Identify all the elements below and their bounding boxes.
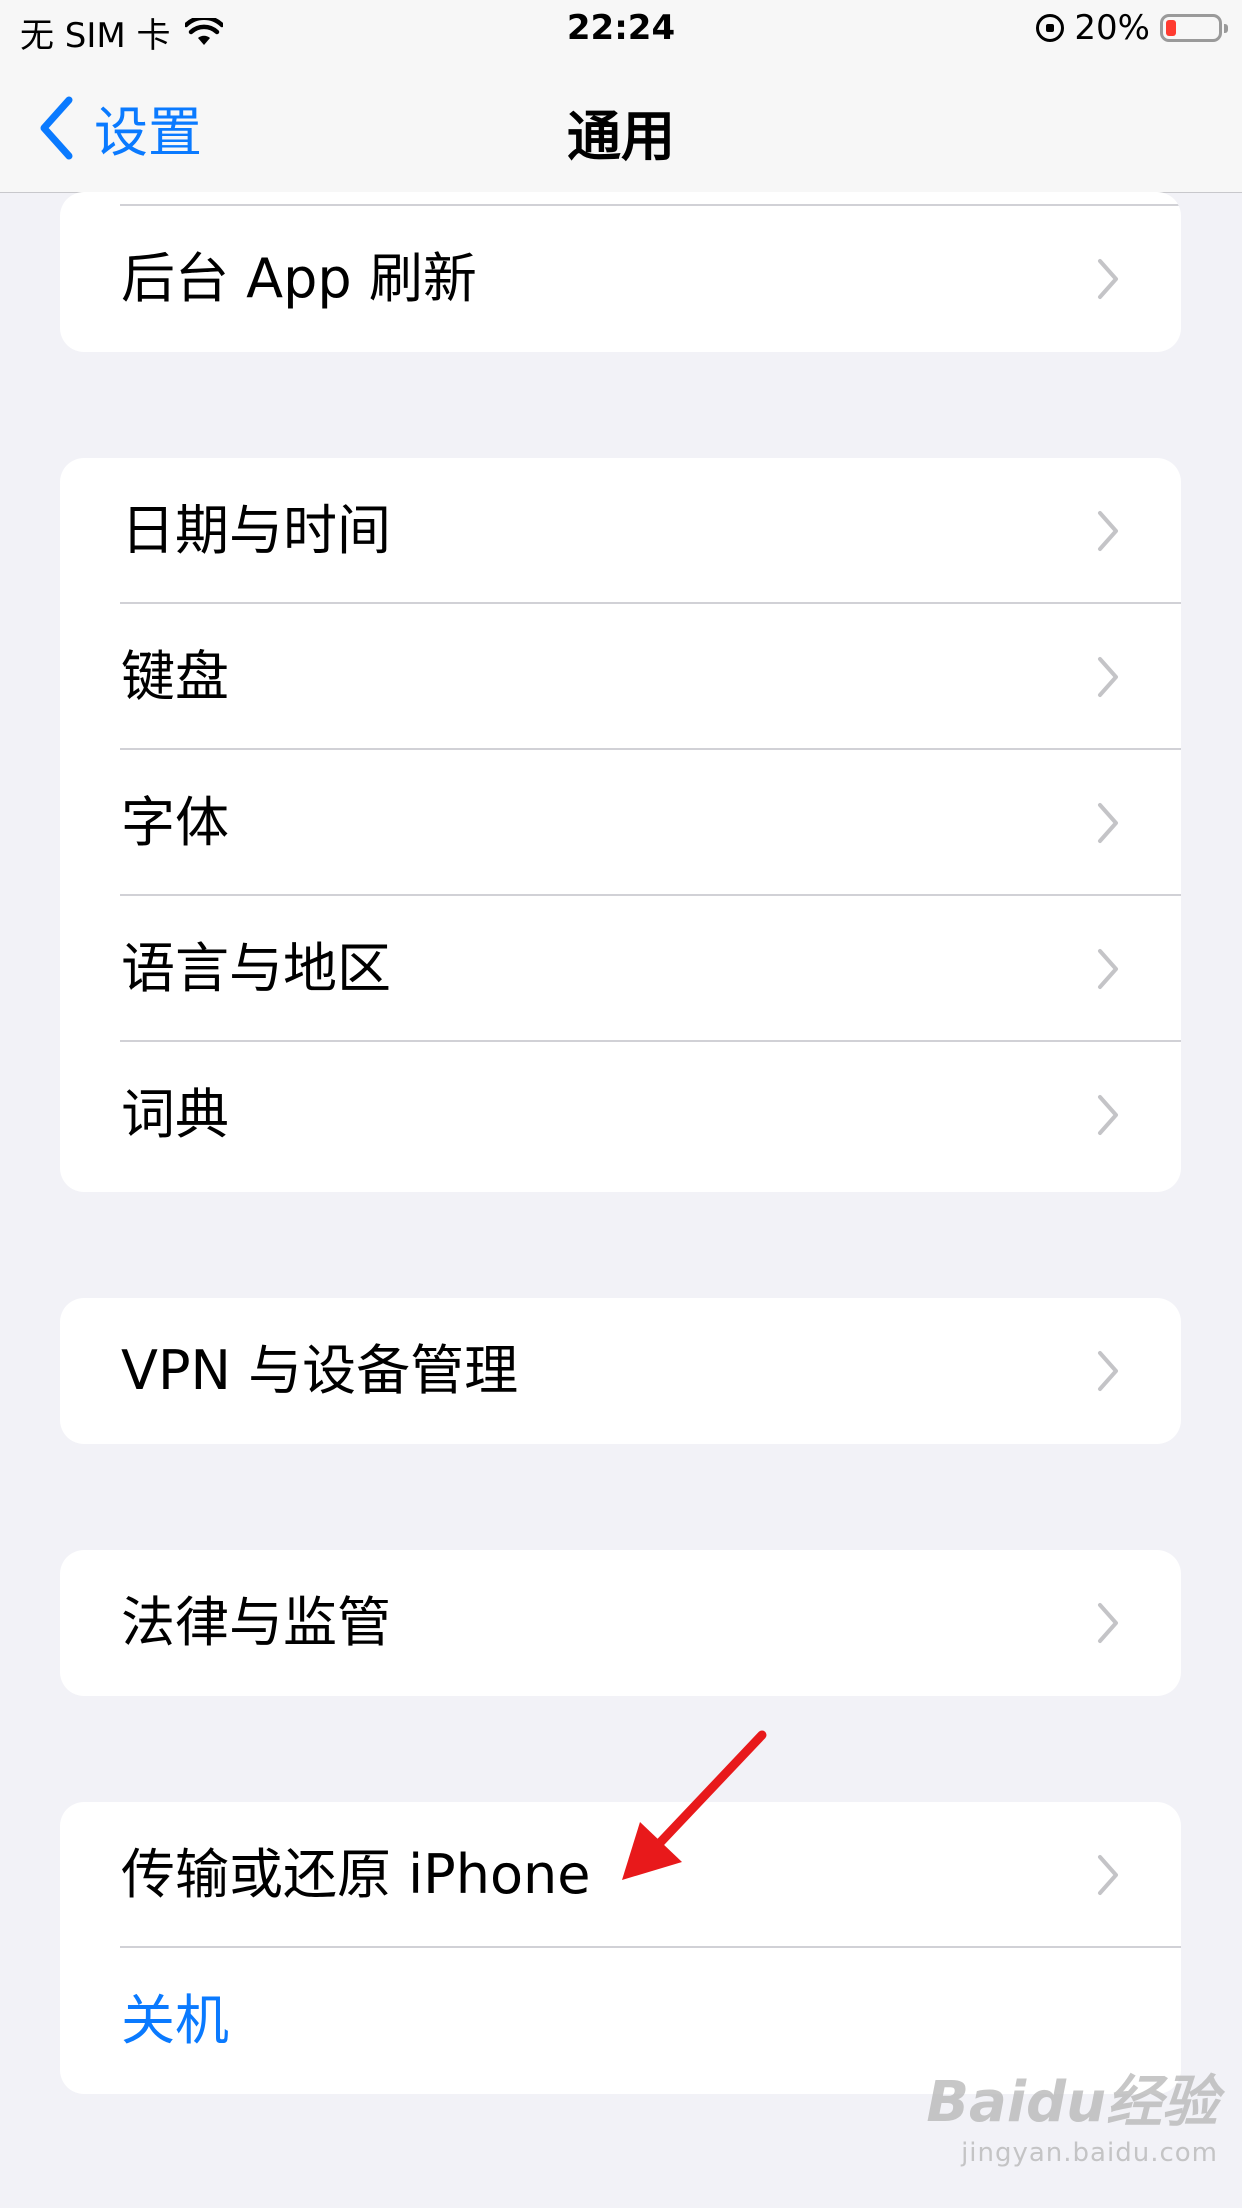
row-legal-regulatory[interactable]: 法律与监管 <box>60 1550 1181 1696</box>
row-label: 词典 <box>121 1083 229 1146</box>
chevron-right-icon <box>1098 657 1118 697</box>
rotation-lock-icon <box>1036 14 1065 42</box>
row-background-app-refresh[interactable]: 后台 App 刷新 <box>60 206 1181 352</box>
battery-level <box>1166 20 1176 36</box>
chevron-right-icon <box>1098 1351 1118 1391</box>
row-dictionary[interactable]: 词典 <box>60 1042 1181 1188</box>
chevron-right-icon <box>1098 803 1118 843</box>
chevron-right-icon <box>1098 1603 1118 1643</box>
page-title: 通用 <box>567 105 675 168</box>
row-vpn-device-management[interactable]: VPN 与设备管理 <box>60 1298 1181 1444</box>
battery-percent: 20% <box>1074 8 1150 48</box>
settings-group-legal: 法律与监管 <box>60 1550 1181 1696</box>
status-right: 20% <box>1036 8 1228 48</box>
chevron-right-icon <box>1098 511 1118 551</box>
row-label: 传输或还原 iPhone <box>121 1843 591 1906</box>
row-label: 语言与地区 <box>121 937 391 1000</box>
row-label: VPN 与设备管理 <box>121 1339 519 1402</box>
row-label: 字体 <box>121 791 229 854</box>
status-bar: 无 SIM 卡 22:24 20% <box>0 0 1242 60</box>
row-keyboard[interactable]: 键盘 <box>60 604 1181 750</box>
row-label: 法律与监管 <box>121 1591 391 1654</box>
watermark-logo: Baidu经验 <box>926 2070 1218 2135</box>
battery-icon <box>1160 14 1228 42</box>
settings-group-locale: 日期与时间 键盘 字体 语言与地区 词典 <box>60 458 1181 1192</box>
chevron-right-icon <box>1098 1095 1118 1135</box>
chevron-right-icon <box>1098 1855 1118 1895</box>
watermark: Baidu经验 jingyan.baidu.com <box>926 2057 1218 2168</box>
watermark-url: jingyan.baidu.com <box>961 2138 1218 2168</box>
row-language-region[interactable]: 语言与地区 <box>60 896 1181 1042</box>
annotation-arrow-icon <box>622 1730 767 1880</box>
row-date-time[interactable]: 日期与时间 <box>60 458 1181 604</box>
settings-group-vpn: VPN 与设备管理 <box>60 1298 1181 1444</box>
row-fonts[interactable]: 字体 <box>60 750 1181 896</box>
row-label: 日期与时间 <box>121 499 391 562</box>
row-label: 键盘 <box>121 645 229 708</box>
row-label: 后台 App 刷新 <box>121 247 477 310</box>
shut-down-label: 关机 <box>121 1989 229 2052</box>
settings-group-background-refresh: 后台 App 刷新 <box>60 192 1181 352</box>
navigation-bar: 设置 通用 <box>0 60 1242 193</box>
chevron-right-icon <box>1098 949 1118 989</box>
chevron-right-icon <box>1098 259 1118 299</box>
